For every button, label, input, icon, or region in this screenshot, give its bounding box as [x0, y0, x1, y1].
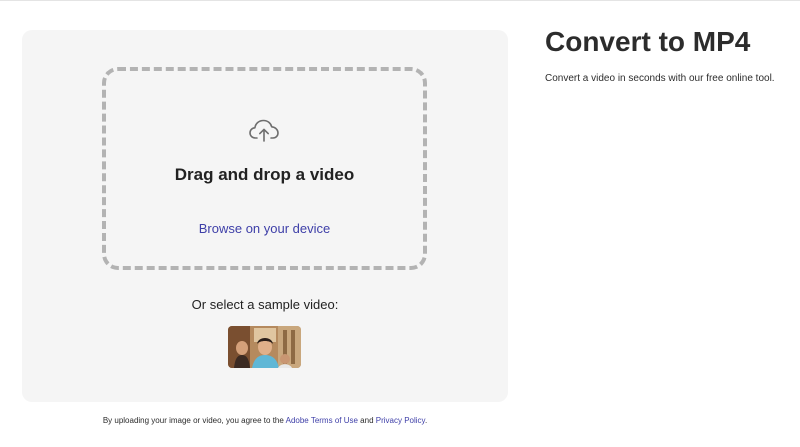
terms-suffix: . [424, 416, 428, 425]
browse-device-link-wrapper: Browse on your device [102, 221, 427, 236]
cloud-upload-icon [249, 119, 279, 142]
top-divider [0, 0, 800, 1]
page-subtitle: Convert a video in seconds with our free… [545, 73, 775, 84]
terms-of-use-link[interactable]: Adobe Terms of Use [286, 416, 358, 425]
sample-video-thumbnail[interactable] [228, 326, 301, 368]
page-title: Convert to MP4 [545, 26, 751, 57]
drop-title: Drag and drop a video [174, 165, 355, 184]
privacy-policy-link[interactable]: Privacy Policy [376, 416, 425, 425]
browse-device-link[interactable]: Browse on your device [199, 221, 331, 236]
terms-middle: and [357, 416, 376, 425]
terms-notice: By uploading your image or video, you ag… [0, 416, 530, 425]
sample-video-label: Or select a sample video: [191, 297, 339, 312]
terms-prefix: By uploading your image or video, you ag… [102, 416, 286, 425]
